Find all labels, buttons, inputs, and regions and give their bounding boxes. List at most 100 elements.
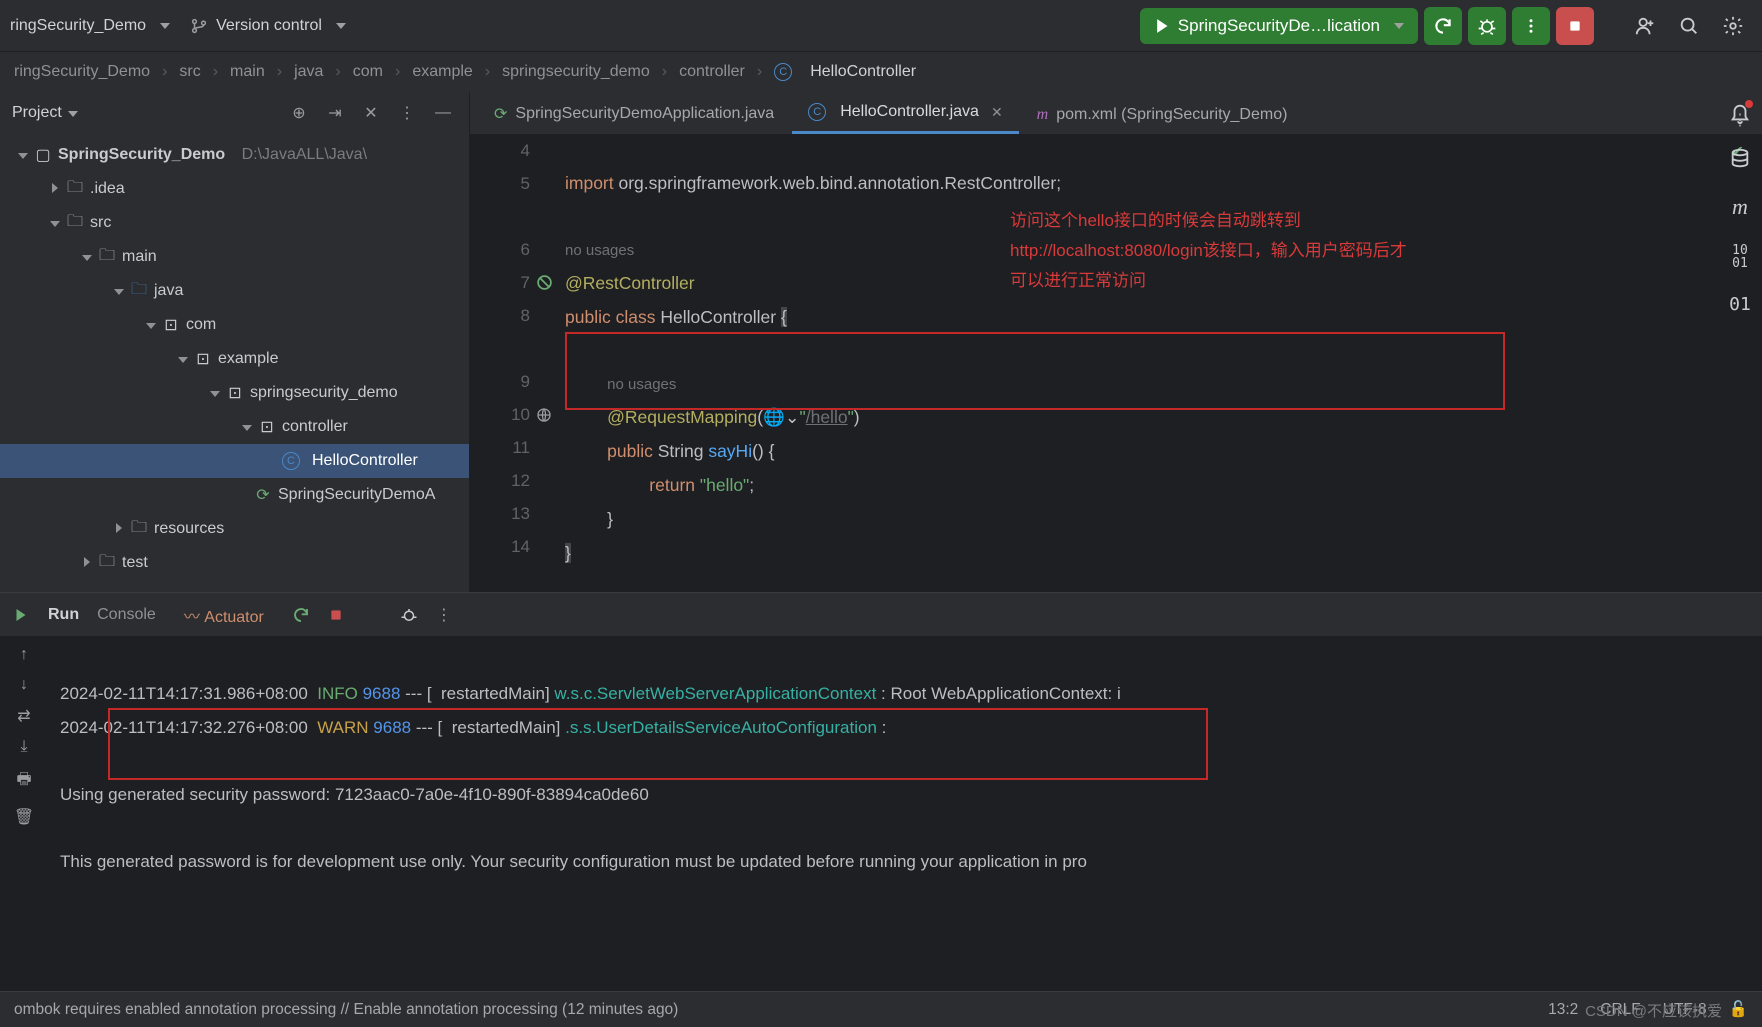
stop-icon: [1567, 18, 1583, 34]
more-run-button[interactable]: [1512, 7, 1550, 45]
run-tab[interactable]: Run: [48, 606, 79, 624]
bc-2[interactable]: main: [230, 63, 265, 81]
tree-src[interactable]: 🗀src: [0, 206, 469, 240]
resources-folder-icon: 🗀: [130, 516, 148, 543]
expand-all-button[interactable]: ⇥: [321, 99, 349, 127]
scroll-to-end-button[interactable]: ⤓: [20, 738, 27, 756]
method-name: sayHi: [708, 441, 752, 461]
code-editor[interactable]: 4 5 6 7 8 9 10 11 12 13 14 import org.: [470, 134, 1762, 592]
scroll-up-button[interactable]: ↑: [20, 646, 28, 664]
tab-app[interactable]: ⟳ SpringSecurityDemoApplication.java: [478, 94, 790, 134]
tree-controller[interactable]: ⊡controller: [0, 410, 469, 444]
node-label: example: [218, 350, 278, 368]
tree-com[interactable]: ⊡com: [0, 308, 469, 342]
top-toolbar: ringSecurity_Demo Version control Spring…: [0, 0, 1762, 52]
folder-icon: 🗀: [98, 550, 116, 577]
project-view-selector[interactable]: Project: [12, 104, 78, 122]
vcs-label: Version control: [216, 17, 322, 35]
scroll-down-button[interactable]: ↓: [20, 676, 28, 694]
usage-hint[interactable]: no usages: [565, 242, 634, 259]
debug-button[interactable]: [1468, 7, 1506, 45]
bc-6[interactable]: springsecurity_demo: [502, 63, 650, 81]
log-ts: 2024-02-11T14:17:32.276+08:00: [60, 718, 317, 737]
tab-pom[interactable]: mpom.xml (SpringSecurity_Demo): [1021, 96, 1304, 134]
project-tree[interactable]: ▢SpringSecurity_Demo D:\JavaALL\Java\ 🗀.…: [0, 134, 469, 584]
line-num: 12: [470, 464, 530, 497]
console-options-button[interactable]: ⋮: [436, 605, 452, 625]
caret-position[interactable]: 13:2: [1548, 1001, 1578, 1019]
package-icon: ⊡: [194, 349, 212, 369]
tab-hello[interactable]: CHelloController.java✕: [792, 93, 1018, 134]
line-num: 10: [470, 398, 530, 431]
tree-options-button[interactable]: ⋮: [393, 99, 421, 127]
rerun-console-icon[interactable]: [292, 606, 310, 624]
tree-main[interactable]: 🗀main: [0, 240, 469, 274]
class-icon: C: [282, 452, 300, 470]
tree-test[interactable]: 🗀test: [0, 546, 469, 580]
stop-console-icon[interactable]: [328, 607, 344, 623]
debug-console-icon[interactable]: [400, 606, 418, 624]
select-open-file-button[interactable]: ⊕: [285, 99, 313, 127]
stop-button[interactable]: [1556, 7, 1594, 45]
bc-3[interactable]: java: [294, 63, 323, 81]
console-tab[interactable]: Console: [97, 606, 156, 624]
project-tool-window: Project ⊕ ⇥ ✕ ⋮ — ▢SpringSecurity_Demo D…: [0, 92, 470, 592]
code-with-me-button[interactable]: [1626, 7, 1664, 45]
readonly-indicator[interactable]: 🔓: [1729, 1000, 1748, 1019]
collapse-all-button[interactable]: ✕: [357, 99, 385, 127]
tab-label: SpringSecurityDemoApplication.java: [515, 105, 774, 123]
log-logger: w.s.c.ServletWebServerApplicationContext: [554, 684, 876, 703]
bc-7[interactable]: controller: [679, 63, 745, 81]
bc-4[interactable]: com: [353, 63, 383, 81]
tree-java[interactable]: 🗀java: [0, 274, 469, 308]
tree-resources[interactable]: 🗀resources: [0, 512, 469, 546]
actuator-tab[interactable]: 〰 Actuator: [174, 599, 274, 631]
database-button[interactable]: [1729, 148, 1751, 170]
tree-example[interactable]: ⊡ example: [0, 342, 469, 376]
project-name: ringSecurity_Demo: [10, 17, 146, 35]
usage-hint[interactable]: no usages: [607, 376, 676, 393]
notifications-button[interactable]: [1729, 102, 1751, 124]
brace: }: [565, 543, 571, 563]
settings-button[interactable]: [1714, 7, 1752, 45]
print-button[interactable]: 🖶: [16, 768, 31, 795]
bc-8[interactable]: HelloController: [810, 63, 916, 81]
gutter-warning-icon[interactable]: [530, 266, 558, 299]
bc-0[interactable]: ringSecurity_Demo: [14, 63, 150, 81]
tree-hello-controller[interactable]: C HelloController: [0, 444, 469, 478]
rerun-button[interactable]: [1424, 7, 1462, 45]
console-output[interactable]: 2024-02-11T14:17:31.986+08:00 INFO 9688 …: [48, 636, 1762, 906]
maven-button[interactable]: m: [1732, 194, 1748, 220]
annotation: @RestController: [565, 273, 695, 293]
line-num: 11: [470, 431, 530, 464]
code-text: (🌐⌄: [757, 407, 799, 427]
node-label: HelloController: [312, 452, 418, 470]
bug-icon: [1477, 16, 1497, 36]
project-selector[interactable]: ringSecurity_Demo: [10, 17, 170, 35]
close-icon[interactable]: ✕: [991, 104, 1003, 121]
clear-button[interactable]: 🗑: [14, 807, 34, 827]
tree-app[interactable]: ⟳SpringSecurityDemoA: [0, 478, 469, 512]
run-config-selector[interactable]: SpringSecurityDe…lication: [1140, 8, 1418, 44]
editor-area: ⟳ SpringSecurityDemoApplication.java CHel…: [470, 92, 1762, 592]
tree-root[interactable]: ▢SpringSecurity_Demo D:\JavaALL\Java\: [0, 138, 469, 172]
code-text: org.springframework.web.bind.annotation.…: [614, 173, 1061, 193]
zero-one-button[interactable]: 01: [1729, 294, 1751, 315]
spring-icon: ⟳: [494, 104, 507, 124]
url-string[interactable]: /hello: [806, 407, 848, 427]
status-message[interactable]: ombok requires enabled annotation proces…: [14, 1001, 678, 1019]
hide-panel-button[interactable]: —: [429, 99, 457, 127]
gear-icon: [1722, 15, 1744, 37]
tree-idea[interactable]: 🗀.idea: [0, 172, 469, 206]
log-text: : Root WebApplicationContext: i: [876, 684, 1120, 703]
tree-pkg[interactable]: ⊡springsecurity_demo: [0, 376, 469, 410]
gutter-web-icon[interactable]: [530, 398, 558, 431]
version-control[interactable]: Version control: [190, 17, 346, 35]
binary-button[interactable]: 1001: [1732, 244, 1748, 270]
line-gutter[interactable]: 4 5 6 7 8 9 10 11 12 13 14: [470, 134, 530, 563]
search-everywhere-button[interactable]: [1670, 7, 1708, 45]
soft-wrap-button[interactable]: ⇄: [17, 706, 30, 726]
bc-1[interactable]: src: [179, 63, 200, 81]
breadcrumb[interactable]: ringSecurity_Demo› src› main› java› com›…: [0, 52, 1762, 92]
bc-5[interactable]: example: [412, 63, 472, 81]
